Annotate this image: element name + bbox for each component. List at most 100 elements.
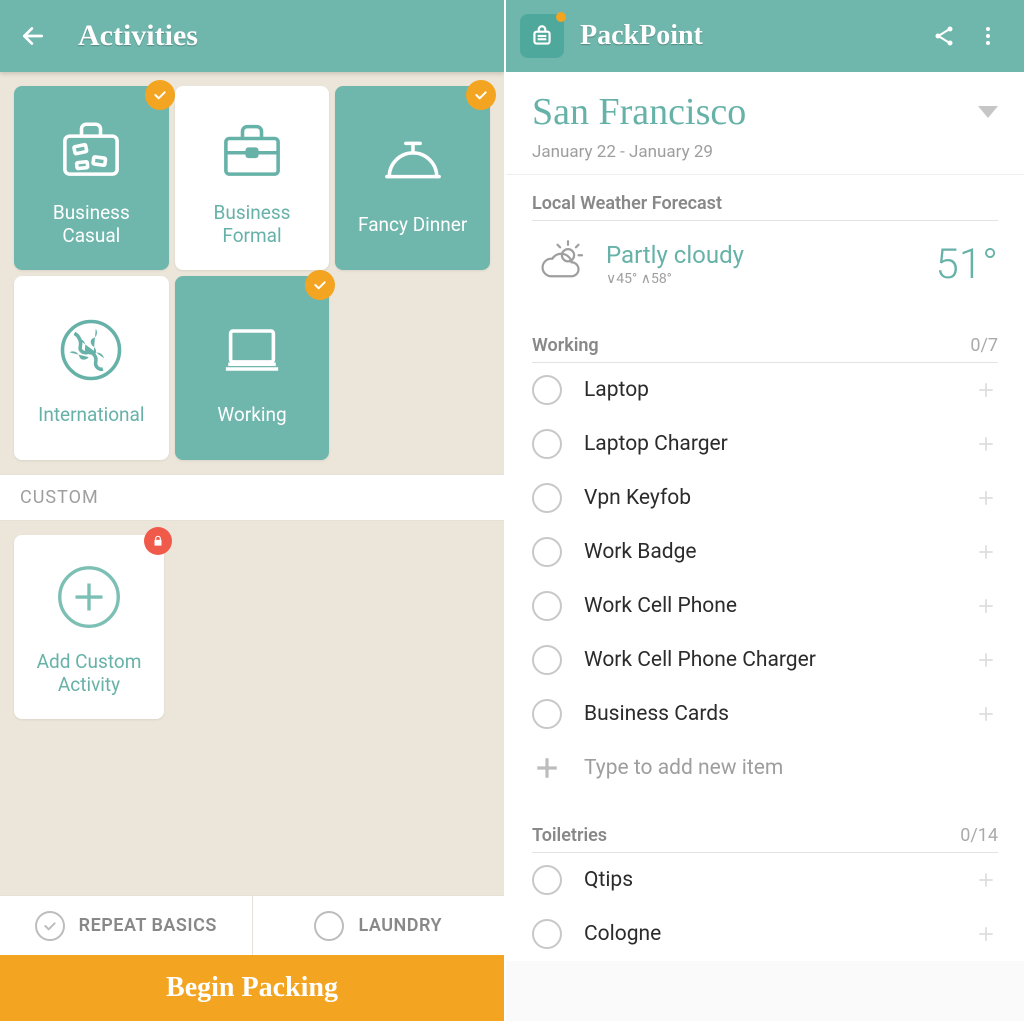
list-item[interactable]: Work Badge — [532, 525, 998, 579]
increment-icon[interactable] — [974, 702, 998, 726]
weather-row: Partly cloudy ∨45° ∧58° 51° — [532, 221, 998, 317]
begin-packing-label: Begin Packing — [166, 972, 338, 1004]
briefcase-icon — [212, 108, 292, 188]
overflow-menu-icon[interactable] — [966, 14, 1010, 58]
checkbox-icon — [314, 911, 344, 941]
weather-condition: Partly cloudy — [606, 241, 920, 269]
activity-label: Fancy Dinner — [358, 214, 467, 237]
add-item-placeholder: Type to add new item — [584, 756, 783, 780]
item-label: Qtips — [584, 868, 952, 892]
checkbox-icon[interactable] — [532, 919, 562, 949]
check-badge-icon — [466, 80, 496, 110]
partly-cloudy-icon — [532, 235, 590, 293]
checkbox-icon[interactable] — [532, 375, 562, 405]
category-working: Working 0/7 Laptop Laptop Charger Vpn Ke… — [506, 317, 1024, 807]
activities-title: Activities — [78, 19, 198, 53]
category-title: Working — [532, 335, 599, 356]
chevron-down-icon[interactable] — [978, 106, 998, 118]
custom-tile-label: Add Custom Activity — [24, 651, 154, 697]
share-icon[interactable] — [922, 14, 966, 58]
list-item[interactable]: Laptop — [532, 363, 998, 417]
cloche-icon — [373, 120, 453, 200]
activities-grid: Business Casual Business Formal Fancy Di… — [0, 72, 504, 474]
item-label: Work Cell Phone — [584, 594, 952, 618]
plus-circle-icon — [49, 557, 129, 637]
packpoint-app-icon — [520, 14, 564, 58]
increment-icon[interactable] — [974, 486, 998, 510]
increment-icon[interactable] — [974, 594, 998, 618]
list-item[interactable]: Cologne — [532, 907, 998, 961]
activity-label: Business Formal — [185, 202, 320, 248]
checkbox-icon[interactable] — [532, 591, 562, 621]
add-item-icon — [532, 753, 562, 783]
add-item-row[interactable]: Type to add new item — [532, 741, 998, 807]
category-toiletries: Toiletries 0/14 Qtips Cologne — [506, 807, 1024, 961]
activities-screen: Activities Business Casual Business Form… — [0, 0, 504, 1021]
activity-tile-business-formal[interactable]: Business Formal — [175, 86, 330, 270]
item-label: Business Cards — [584, 702, 952, 726]
laundry-option[interactable]: LAUNDRY — [252, 896, 505, 955]
back-arrow-icon[interactable] — [20, 23, 46, 49]
category-count: 0/14 — [960, 825, 998, 846]
checkbox-icon[interactable] — [532, 537, 562, 567]
checkbox-icon[interactable] — [532, 699, 562, 729]
item-label: Vpn Keyfob — [584, 486, 952, 510]
increment-icon[interactable] — [974, 432, 998, 456]
list-item[interactable]: Work Cell Phone — [532, 579, 998, 633]
trip-header[interactable]: San Francisco January 22 - January 29 — [506, 72, 1024, 175]
lock-icon — [144, 527, 172, 555]
checkbox-icon[interactable] — [532, 429, 562, 459]
custom-section-header: CUSTOM — [0, 474, 504, 521]
weather-range: ∨45° ∧58° — [606, 271, 920, 287]
packing-list-screen: PackPoint San Francisco January 22 - Jan… — [504, 0, 1024, 1021]
weather-section: Local Weather Forecast Partly cloudy ∨45… — [506, 175, 1024, 317]
list-item[interactable]: Qtips — [532, 853, 998, 907]
increment-icon[interactable] — [974, 540, 998, 564]
check-badge-icon — [305, 270, 335, 300]
activity-tile-business-casual[interactable]: Business Casual — [14, 86, 169, 270]
activity-tile-fancy-dinner[interactable]: Fancy Dinner — [335, 86, 490, 270]
item-label: Laptop — [584, 378, 952, 402]
item-label: Work Cell Phone Charger — [584, 648, 952, 672]
checkbox-icon[interactable] — [532, 645, 562, 675]
laptop-icon — [212, 310, 292, 390]
trip-city: San Francisco — [532, 90, 746, 134]
activity-label: Working — [217, 404, 286, 427]
checkbox-icon[interactable] — [532, 865, 562, 895]
list-item[interactable]: Work Cell Phone Charger — [532, 633, 998, 687]
option-label: LAUNDRY — [358, 915, 442, 936]
list-item[interactable]: Vpn Keyfob — [532, 471, 998, 525]
increment-icon[interactable] — [974, 648, 998, 672]
checkbox-icon — [35, 911, 65, 941]
globe-icon — [51, 310, 131, 390]
suitcase-travel-icon — [51, 108, 131, 188]
activity-tile-international[interactable]: International — [14, 276, 169, 460]
trip-dates: January 22 - January 29 — [532, 142, 998, 162]
activities-appbar: Activities — [0, 0, 504, 72]
weather-section-title: Local Weather Forecast — [532, 193, 998, 221]
option-label: REPEAT BASICS — [79, 915, 217, 936]
bottom-options-bar: REPEAT BASICS LAUNDRY — [0, 895, 504, 955]
item-label: Laptop Charger — [584, 432, 952, 456]
increment-icon[interactable] — [974, 378, 998, 402]
weather-temperature: 51° — [936, 240, 998, 289]
category-title: Toiletries — [532, 825, 607, 846]
begin-packing-button[interactable]: Begin Packing — [0, 955, 504, 1021]
appbar-title: PackPoint — [580, 20, 922, 52]
repeat-basics-option[interactable]: REPEAT BASICS — [0, 896, 252, 955]
list-item[interactable]: Business Cards — [532, 687, 998, 741]
activity-label: Business Casual — [24, 202, 159, 248]
activity-label: International — [38, 404, 144, 427]
increment-icon[interactable] — [974, 868, 998, 892]
packpoint-appbar: PackPoint — [506, 0, 1024, 72]
item-label: Cologne — [584, 922, 952, 946]
item-label: Work Badge — [584, 540, 952, 564]
checkbox-icon[interactable] — [532, 483, 562, 513]
trip-city-row: San Francisco — [532, 90, 998, 134]
list-item[interactable]: Laptop Charger — [532, 417, 998, 471]
section-title-label: Local Weather Forecast — [532, 193, 722, 214]
category-count: 0/7 — [970, 335, 998, 356]
increment-icon[interactable] — [974, 922, 998, 946]
add-custom-activity-tile[interactable]: Add Custom Activity — [14, 535, 164, 719]
activity-tile-working[interactable]: Working — [175, 276, 330, 460]
